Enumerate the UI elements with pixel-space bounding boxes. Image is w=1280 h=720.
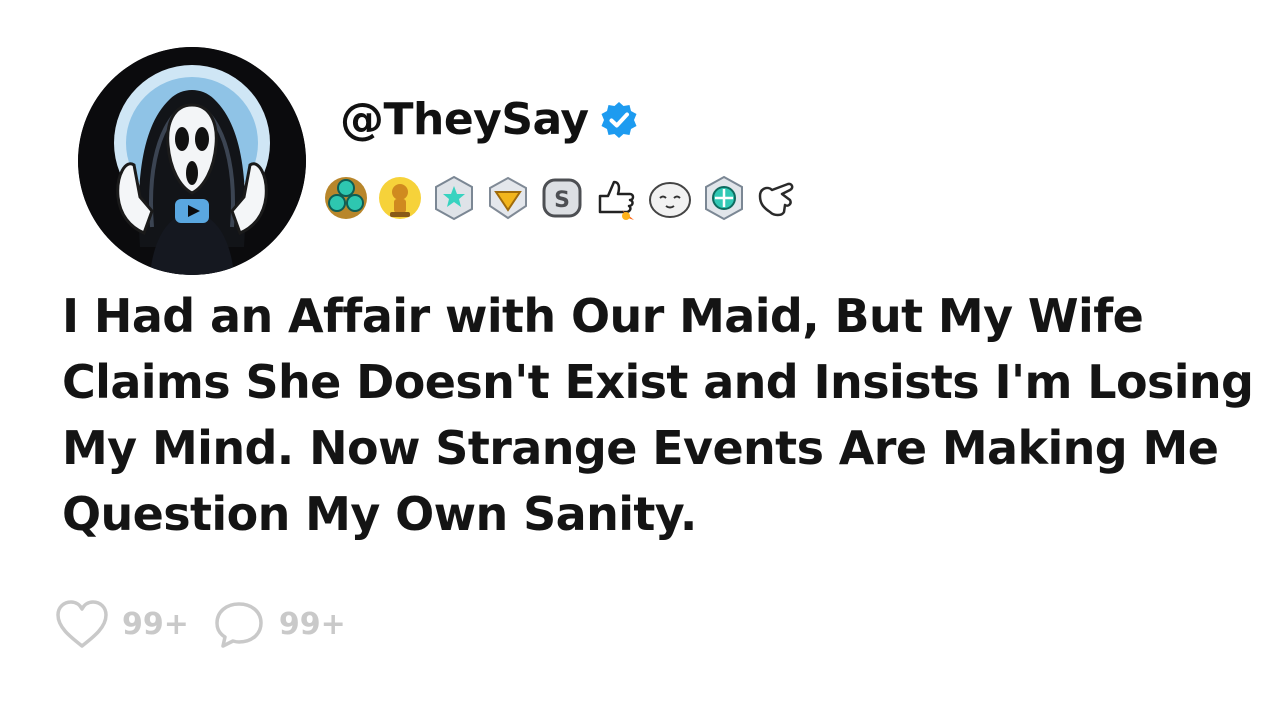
svg-text:S: S: [554, 188, 570, 213]
comments-count: 99+: [278, 607, 346, 642]
likes-count: 99+: [122, 607, 189, 642]
thumbs-up-rocket-award-icon[interactable]: [592, 174, 640, 222]
white-glove-point-award-icon[interactable]: [754, 174, 802, 222]
ghostface-youtube-avatar-icon: [78, 47, 306, 275]
gold-diamond-award-icon[interactable]: [484, 174, 532, 222]
silver-compass-gem-award-icon[interactable]: [700, 174, 748, 222]
tri-gem-award-icon[interactable]: [322, 174, 370, 222]
post-stats: 99+ 99+: [54, 598, 368, 652]
silver-s-coin-award-icon[interactable]: S: [538, 174, 586, 222]
author-handle[interactable]: @TheySay: [340, 98, 589, 142]
seal-face-award-icon[interactable]: [646, 174, 694, 222]
silver-star-gem-award-icon[interactable]: [430, 174, 478, 222]
heart-icon[interactable]: [54, 598, 110, 652]
verified-badge-icon: [599, 100, 639, 140]
avatar[interactable]: [78, 47, 306, 275]
post-title: I Had an Affair with Our Maid, But My Wi…: [62, 289, 1254, 541]
author-row: @TheySay: [340, 92, 639, 148]
gold-snoo-trophy-award-icon[interactable]: [376, 174, 424, 222]
awards-row: S: [322, 172, 802, 224]
comment-bubble-icon[interactable]: [211, 598, 267, 652]
